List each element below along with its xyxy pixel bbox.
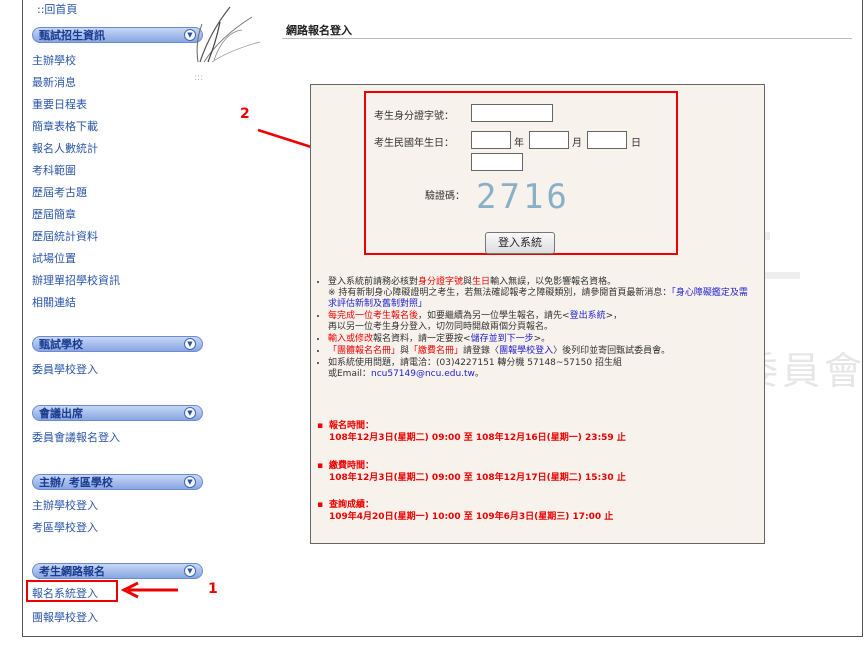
year-unit: 年 [514,138,524,149]
note-item: 每完成一位考生報名後，如要繼續為另一位學生報名，請先<登出系統>，再以另一位考生… [328,311,756,333]
birthday-label: 考生民國年生日： [374,138,454,149]
grass-logo [196,6,261,63]
id-number-label: 考生身分證字號： [374,111,454,122]
id-number-input[interactable] [471,104,553,122]
login-submit-button[interactable]: 登入系統 [485,232,555,254]
title-divider [282,38,852,39]
note-item: 輸入或修改報名資料，請一定要按<儲存並到下一步>。 [328,334,756,345]
note-item: 「團體報名名冊」與「繳費名冊」請登錄〈團報學校登入〉後列印並寄回甄試委員會。 [328,346,756,357]
note-item: 如系統使用問題，請電洽：(03)4227151 轉分機 57148~57150 … [328,358,756,380]
birth-year-input[interactable] [471,131,511,149]
email-link[interactable]: ncu57149@ncu.edu.tw [371,369,475,379]
birth-day-input[interactable] [587,131,627,149]
month-unit: 月 [572,138,582,149]
logout-link[interactable]: 登出系統 [570,311,606,321]
group-school-login-link[interactable]: 團報學校登入 [499,346,553,356]
annotation-step2: 2 [240,106,250,122]
captcha-input[interactable] [471,153,523,171]
instructions-list: 登入系統前請務必核對身分證字號與生日輸入無誤，以免影響報名資格。※ 持有新制身心… [316,277,756,381]
captcha-image: 2716 [476,177,570,217]
note-item: 登入系統前請務必核對身分證字號與生日輸入無誤，以免影響報名資格。※ 持有新制身心… [328,277,756,310]
page-title: 網路報名登入 [286,24,352,37]
annotation-step1: 1 [208,581,218,597]
captcha-label: 驗證碼： [425,191,465,202]
birth-month-input[interactable] [529,131,569,149]
day-unit: 日 [631,138,641,149]
